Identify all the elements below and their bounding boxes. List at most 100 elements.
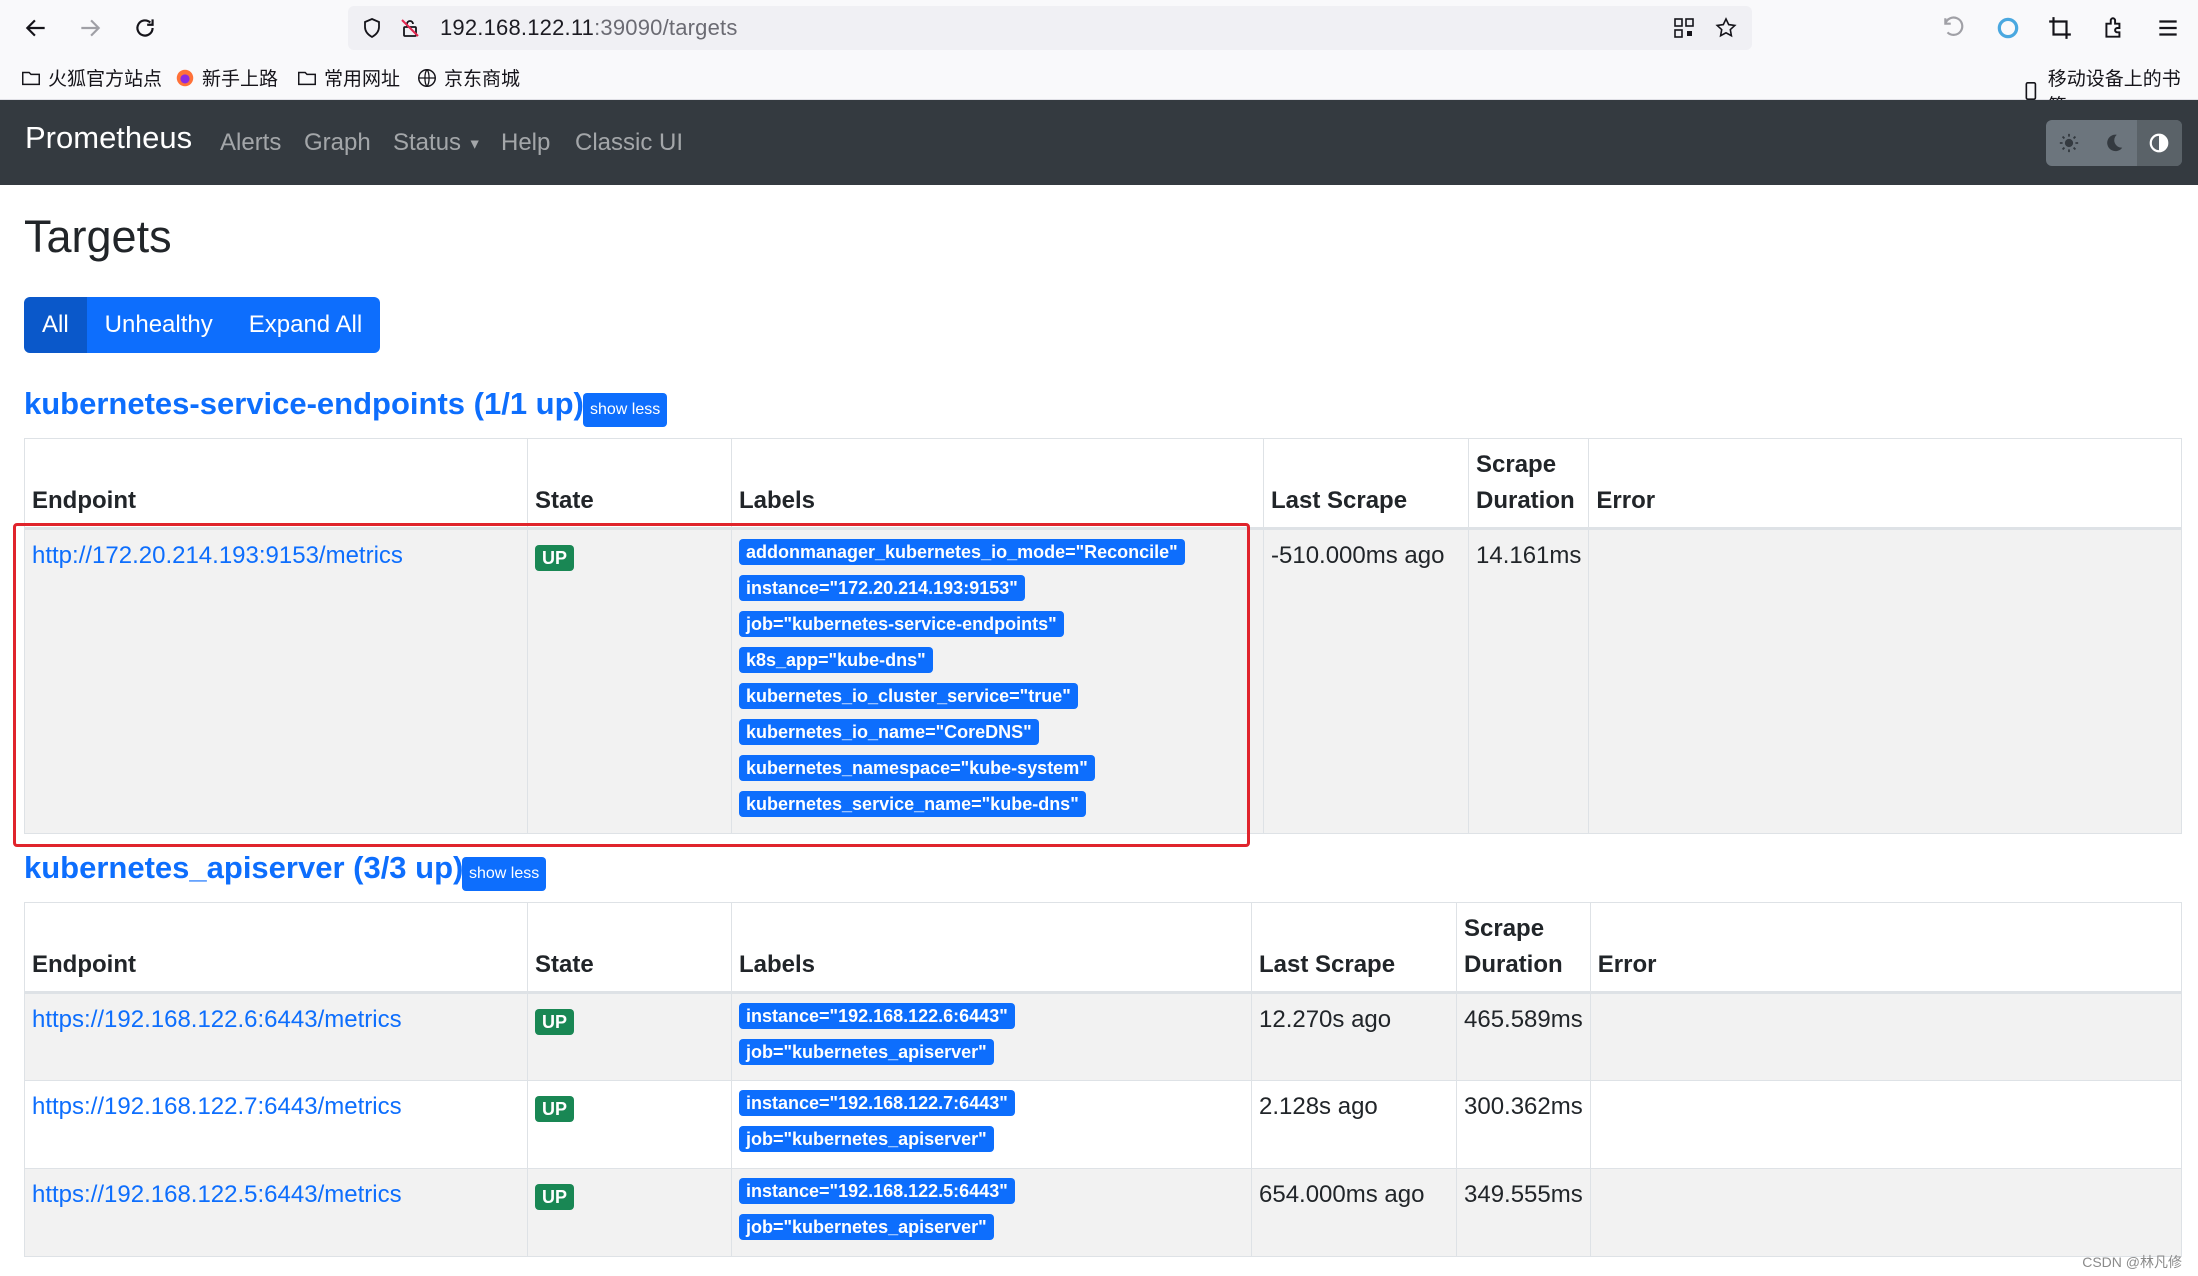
error-cell [1589, 1080, 2183, 1169]
qr-code-icon[interactable] [1670, 14, 1698, 42]
hamburger-icon [2159, 20, 2177, 36]
reload-icon [136, 19, 154, 37]
endpoint-link[interactable]: https://192.168.122.7:6443/metrics [32, 1093, 402, 1120]
bookmark-label: 常用网址 [324, 69, 401, 90]
label-badge: instance="192.168.122.7:6443" [739, 1090, 1015, 1116]
moon-icon [2107, 134, 2123, 152]
scrape-duration-cell: 349.555ms [1456, 1168, 1591, 1257]
last-scrape-cell: 654.000ms ago [1251, 1168, 1457, 1257]
column-header-endpoint: Endpoint [24, 902, 528, 994]
table-row: https://192.168.122.7:6443/metrics UP in… [24, 1080, 2183, 1169]
column-header-last-scrape: Last Scrape [1251, 902, 1457, 994]
browser-toolbar: 192.168.122.11:39090/targets [0, 0, 2198, 56]
state-badge: UP [535, 1096, 575, 1122]
bookmark-label: 火狐官方站点 [48, 69, 163, 90]
watermark: CSDN @林凡修 [2082, 1254, 2182, 1270]
last-scrape-cell: -510.000ms ago [1263, 528, 1469, 834]
nav-graph[interactable]: Graph [304, 129, 371, 157]
column-header-labels: Labels [731, 438, 1264, 530]
column-header-endpoint: Endpoint [24, 438, 528, 530]
state-badge: UP [535, 1184, 575, 1210]
scrape-duration-cell: 465.589ms [1456, 992, 1591, 1081]
filter-all-button[interactable]: All [24, 297, 87, 353]
puzzle-icon [2105, 17, 2121, 38]
column-header-error: Error [1588, 438, 2182, 530]
targets-table-apiserver: Endpoint State Labels Last Scrape Scrape… [24, 902, 2183, 1257]
account-button[interactable] [1988, 8, 2028, 48]
reload-button[interactable] [125, 8, 165, 48]
label-badge: job="kubernetes_apiserver" [739, 1126, 994, 1152]
sun-icon [2059, 133, 2078, 153]
endpoint-link[interactable]: https://192.168.122.5:6443/metrics [32, 1181, 402, 1208]
header-line: Scrape [1476, 451, 1557, 478]
bookmark-item[interactable]: 常用网址 [296, 64, 400, 91]
arrow-right-icon [81, 19, 101, 37]
bookmark-star-icon[interactable] [1712, 14, 1740, 42]
filter-unhealthy-button[interactable]: Unhealthy [86, 297, 231, 353]
address-bar[interactable]: 192.168.122.11:39090/targets [348, 6, 1752, 50]
column-header-labels: Labels [731, 902, 1252, 994]
bookmark-item[interactable]: 火狐官方站点 [20, 64, 162, 91]
forward-button[interactable] [70, 8, 110, 48]
table-row: https://192.168.122.6:6443/metrics UP in… [24, 992, 2183, 1081]
show-less-button[interactable]: show less [583, 393, 668, 427]
account-circle-icon [1997, 17, 2019, 39]
nav-help[interactable]: Help [501, 129, 550, 157]
folder-icon [22, 71, 40, 85]
expand-all-button[interactable]: Expand All [230, 297, 381, 353]
folder-icon [298, 71, 316, 85]
highlight-annotation-box [13, 523, 1250, 847]
brand-link[interactable]: Prometheus [25, 120, 192, 156]
crop-button[interactable] [2040, 8, 2080, 48]
firefox-icon [176, 69, 194, 86]
caret-down-icon: ▼ [467, 135, 482, 152]
arrow-left-icon [25, 19, 45, 37]
shield-icon[interactable] [358, 14, 386, 42]
auto-theme-button[interactable] [2136, 120, 2182, 166]
pool-title-apiserver[interactable]: kubernetes_apiserver (3/3 up) [24, 850, 463, 886]
pool-title-service-endpoints[interactable]: kubernetes-service-endpoints (1/1 up) [24, 386, 584, 422]
show-less-button[interactable]: show less [462, 857, 547, 891]
filter-button-group: All Unhealthy Expand All [24, 297, 381, 353]
scrape-duration-cell: 14.161ms [1467, 528, 1590, 834]
nav-status-label: Status [393, 129, 462, 156]
page-title: Targets [24, 211, 172, 262]
insecure-lock-icon[interactable] [396, 14, 424, 42]
label-badge: job="kubernetes_apiserver" [739, 1039, 994, 1065]
bookmark-item[interactable]: 新手上路 [174, 64, 278, 91]
nav-status[interactable]: Status ▼ [393, 129, 482, 157]
bookmark-label: 新手上路 [202, 69, 279, 90]
bookmark-item[interactable]: 京东商城 [416, 64, 520, 91]
undo-button[interactable] [1934, 8, 1974, 48]
back-button[interactable] [16, 8, 56, 48]
nav-classic-ui[interactable]: Classic UI [575, 129, 683, 157]
endpoint-link[interactable]: https://192.168.122.6:6443/metrics [32, 1006, 402, 1033]
column-header-last-scrape: Last Scrape [1263, 438, 1469, 530]
undo-icon [1944, 16, 1964, 36]
crop-icon [2049, 17, 2071, 39]
column-header-error: Error [1589, 902, 2183, 994]
menu-button[interactable] [2148, 8, 2188, 48]
labels-cell: instance="192.168.122.5:6443" job="kuber… [731, 1168, 1252, 1257]
contrast-icon [2149, 133, 2169, 153]
column-header-scrape-duration: Scrape Duration [1467, 438, 1590, 530]
error-cell [1589, 992, 2183, 1081]
light-theme-button[interactable] [2046, 120, 2091, 166]
state-badge: UP [535, 1009, 575, 1035]
error-cell [1589, 1168, 2183, 1257]
url-text: 192.168.122.11:39090/targets [440, 15, 738, 41]
header-line: Duration [1476, 487, 1575, 514]
label-badge: instance="192.168.122.6:6443" [739, 1003, 1015, 1029]
labels-cell: instance="192.168.122.7:6443" job="kuber… [731, 1080, 1252, 1169]
globe-icon [418, 68, 436, 87]
column-header-scrape-duration: Scrape Duration [1456, 902, 1591, 994]
dark-theme-button[interactable] [2091, 120, 2136, 166]
labels-cell: instance="192.168.122.6:6443" job="kuber… [731, 992, 1252, 1081]
mobile-device-icon [2025, 82, 2037, 100]
table-row: https://192.168.122.5:6443/metrics UP in… [24, 1168, 2183, 1257]
prometheus-navbar: Prometheus Alerts Graph Status ▼ Help Cl… [0, 100, 2198, 185]
nav-alerts[interactable]: Alerts [220, 129, 281, 157]
scrape-duration-cell: 300.362ms [1456, 1080, 1591, 1169]
extensions-button[interactable] [2094, 8, 2134, 48]
last-scrape-cell: 12.270s ago [1251, 992, 1457, 1081]
